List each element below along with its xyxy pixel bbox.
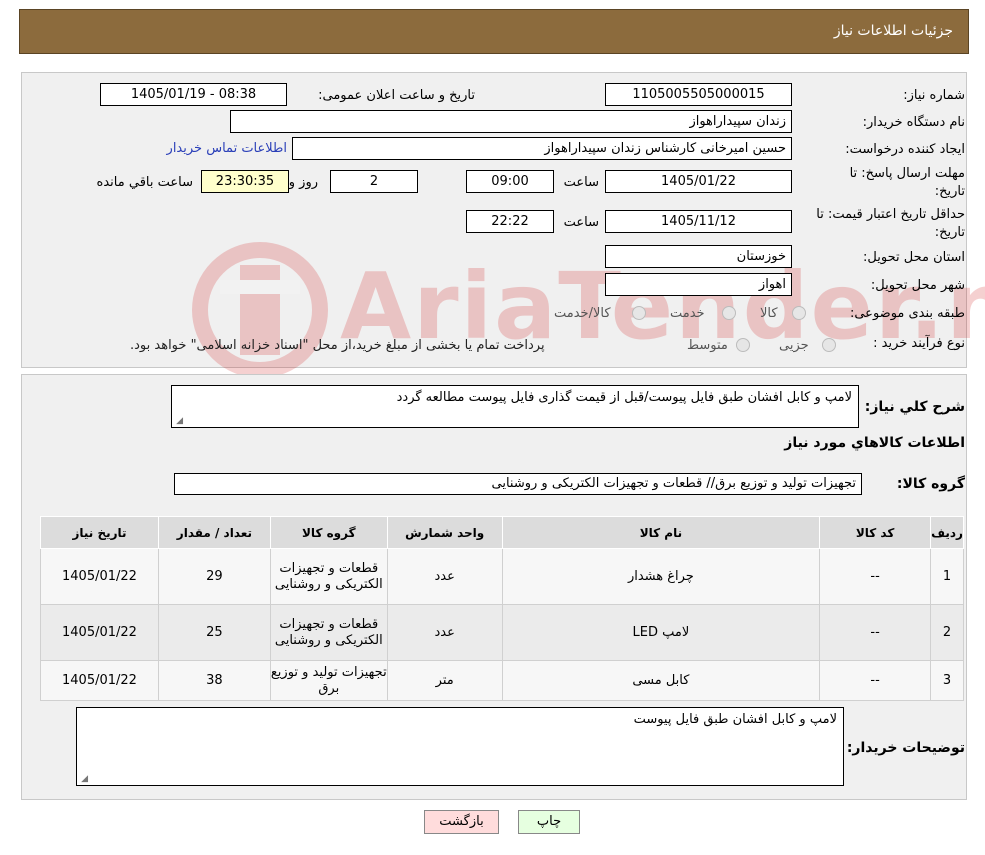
summary-textarea[interactable]: لامپ و کابل افشان طبق فایل پیوست/قبل از … — [171, 385, 859, 428]
category-option-goods-service: کالا/خدمت — [554, 306, 611, 321]
back-button[interactable]: بازگشت — [424, 810, 499, 834]
requester-label: ایجاد کننده درخواست: — [845, 142, 965, 157]
city-field: اهواز — [605, 273, 792, 296]
buyer-org-field: زندان سپیداراهواز — [230, 110, 792, 133]
cell-row-number: 3 — [930, 660, 964, 701]
summary-text: لامپ و کابل افشان طبق فایل پیوست/قبل از … — [396, 390, 852, 405]
cell-row-number: 1 — [930, 548, 964, 605]
cell-date: 1405/01/22 — [40, 604, 159, 661]
col-header-qty: تعداد / مقدار — [157, 516, 271, 549]
validity-label-date: تاریخ: — [934, 225, 965, 240]
deadline-label: مهلت ارسال پاسخ: تا — [849, 166, 965, 181]
category-radio-goods-service[interactable] — [632, 306, 646, 320]
table-row: 2 -- لامپ LED عدد قطعات و تجهیزات الکتری… — [40, 604, 964, 661]
cell-row-number: 2 — [930, 604, 964, 661]
col-header-unit: واحد شمارش — [386, 516, 503, 549]
cell-date: 1405/01/22 — [40, 548, 159, 605]
col-header-name: نام کالا — [501, 516, 821, 549]
validity-time-field: 22:22 — [466, 210, 554, 233]
need-number-field: 1105005505000015 — [605, 83, 792, 106]
need-number-label: شماره نیاز: — [903, 88, 965, 103]
cell-name: لامپ LED — [501, 604, 821, 661]
validity-time-label: ساعت — [563, 215, 599, 230]
page-title: جزئیات اطلاعات نیاز — [833, 23, 953, 39]
process-note: پرداخت تمام یا بخشی از مبلغ خرید،از محل … — [130, 338, 545, 353]
cell-qty: 25 — [157, 604, 271, 661]
category-radio-service[interactable] — [722, 306, 736, 320]
buyer-notes-label: توضیحات خریدار: — [846, 740, 965, 756]
cell-code: -- — [819, 660, 932, 701]
requester-field: حسین امیرخانی کارشناس زندان سپیداراهواز — [292, 137, 792, 160]
category-radio-goods[interactable] — [792, 306, 806, 320]
group-field: تجهیزات تولید و توزیع برق// قطعات و تجهی… — [174, 473, 862, 495]
resize-grip-icon[interactable]: ◢ — [79, 775, 88, 784]
deadline-date-field: 1405/01/22 — [605, 170, 792, 193]
cell-qty: 29 — [157, 548, 271, 605]
validity-label: حداقل تاریخ اعتبار قیمت: تا — [816, 207, 965, 222]
cell-group: قطعات و تجهیزات الکتریکی و روشنایی — [269, 604, 388, 661]
cell-code: -- — [819, 604, 932, 661]
remaining-time-field: 23:30:35 — [201, 170, 289, 193]
buyer-contact-link[interactable]: اطلاعات تماس خریدار — [167, 141, 287, 156]
print-button[interactable]: چاپ — [518, 810, 580, 834]
page-header: جزئیات اطلاعات نیاز — [19, 9, 969, 54]
process-option-minor: جزیی — [779, 338, 809, 353]
group-label: گروه کالا: — [896, 476, 965, 492]
category-label: طبقه بندی موضوعی: — [849, 306, 965, 321]
cell-group: قطعات و تجهیزات الکتریکی و روشنایی — [269, 548, 388, 605]
col-header-code: کد کالا — [819, 516, 932, 549]
process-option-medium: متوسط — [687, 338, 728, 353]
cell-unit: عدد — [386, 604, 503, 661]
resize-grip-icon[interactable]: ◢ — [174, 417, 183, 426]
cell-qty: 38 — [157, 660, 271, 701]
process-radio-minor[interactable] — [822, 338, 836, 352]
table-header-row: ردیف کد کالا نام کالا واحد شمارش گروه کا… — [40, 516, 964, 549]
announce-field: 1405/01/19 - 08:38 — [100, 83, 287, 106]
deadline-time-field: 09:00 — [466, 170, 554, 193]
province-label: استان محل تحویل: — [863, 250, 965, 265]
announce-label: تاریخ و ساعت اعلان عمومی: — [318, 88, 475, 103]
table-row: 3 -- کابل مسی متر تجهیزات تولید و توزیع … — [40, 660, 964, 701]
process-label: نوع فرآیند خرید : — [873, 336, 965, 351]
cell-name: چراغ هشدار — [501, 548, 821, 605]
items-heading: اطلاعات کالاهاي مورد نياز — [784, 435, 965, 451]
process-radio-medium[interactable] — [736, 338, 750, 352]
remaining-time-label: ساعت باقي مانده — [96, 175, 193, 190]
cell-unit: عدد — [386, 548, 503, 605]
category-option-service: خدمت — [670, 306, 705, 321]
cell-unit: متر — [386, 660, 503, 701]
validity-date-field: 1405/11/12 — [605, 210, 792, 233]
table-row: 1 -- چراغ هشدار عدد قطعات و تجهیزات الکت… — [40, 548, 964, 605]
buyer-org-label: نام دستگاه خریدار: — [862, 115, 965, 130]
cell-name: کابل مسی — [501, 660, 821, 701]
deadline-time-label: ساعت — [563, 175, 599, 190]
summary-label: شرح کلي نياز: — [864, 399, 965, 415]
deadline-label-date: تاریخ: — [934, 184, 965, 199]
days-label: روز و — [288, 175, 318, 190]
days-field: 2 — [330, 170, 418, 193]
buyer-notes-text: لامپ و کابل افشان طبق فایل پیوست — [633, 712, 837, 727]
items-table: ردیف کد کالا نام کالا واحد شمارش گروه کا… — [40, 516, 964, 701]
cell-date: 1405/01/22 — [40, 660, 159, 701]
col-header-group: گروه کالا — [269, 516, 388, 549]
col-header-date: تاریخ نیاز — [40, 516, 159, 549]
category-option-goods: کالا — [760, 306, 778, 321]
col-header-row-number: ردیف — [930, 516, 964, 549]
province-field: خوزستان — [605, 245, 792, 268]
cell-code: -- — [819, 548, 932, 605]
cell-group: تجهیزات تولید و توزیع برق — [269, 660, 388, 701]
buyer-notes-textarea[interactable]: لامپ و کابل افشان طبق فایل پیوست ◢ — [76, 707, 844, 786]
city-label: شهر محل تحویل: — [870, 278, 965, 293]
